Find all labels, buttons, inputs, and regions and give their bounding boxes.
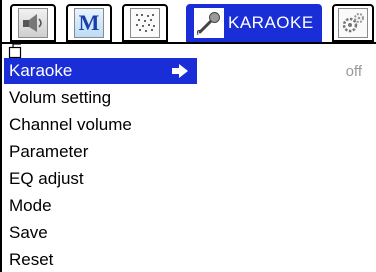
menu-item-label: Parameter — [9, 142, 89, 161]
menu-item-mode[interactable]: Mode — [4, 193, 197, 219]
speaker-icon — [18, 8, 48, 38]
karaoke-value: off — [345, 62, 362, 80]
tab-karaoke[interactable]: KARAOKE — [186, 4, 322, 42]
tab-karaoke-label: KARAOKE — [228, 13, 314, 32]
menu-item-label: EQ adjust — [9, 169, 84, 188]
menu-item-karaoke[interactable]: Karaoke — [4, 58, 197, 84]
tab-settings[interactable] — [332, 4, 374, 42]
microphone-icon — [194, 8, 224, 38]
menu-item-eq-adjust[interactable]: EQ adjust — [4, 166, 197, 192]
tab-audio[interactable] — [10, 4, 56, 42]
arrow-right-icon — [172, 64, 188, 78]
gears-icon — [338, 8, 368, 38]
pattern-icon — [130, 8, 160, 38]
tab-mpeg[interactable]: M — [66, 4, 112, 42]
menu-item-save[interactable]: Save — [4, 220, 197, 246]
menu-item-label: Reset — [9, 250, 54, 269]
window-icon — [8, 43, 22, 59]
menu-item-label: Mode — [9, 196, 52, 215]
menu-item-label: Channel volume — [9, 115, 132, 134]
menu-item-label: Karaoke — [9, 61, 73, 80]
tab-bar-divider — [2, 42, 376, 44]
tab-bar: M KARAOKE — [2, 0, 376, 46]
menu-item-label: Save — [9, 223, 48, 242]
menu-item-reset[interactable]: Reset — [4, 247, 197, 272]
menu-item-channel-volume[interactable]: Channel volume — [4, 112, 197, 138]
m-logo-glyph: M — [78, 10, 100, 35]
m-logo-icon: M — [74, 8, 104, 38]
menu-item-volum-setting[interactable]: Volum setting — [4, 85, 197, 111]
tab-subtitle[interactable] — [122, 4, 168, 42]
menu-item-parameter[interactable]: Parameter — [4, 139, 197, 165]
karaoke-settings-screen: M KARAOKE Karaoke Volum setting Channel … — [0, 0, 376, 272]
menu-item-label: Volum setting — [9, 88, 112, 107]
